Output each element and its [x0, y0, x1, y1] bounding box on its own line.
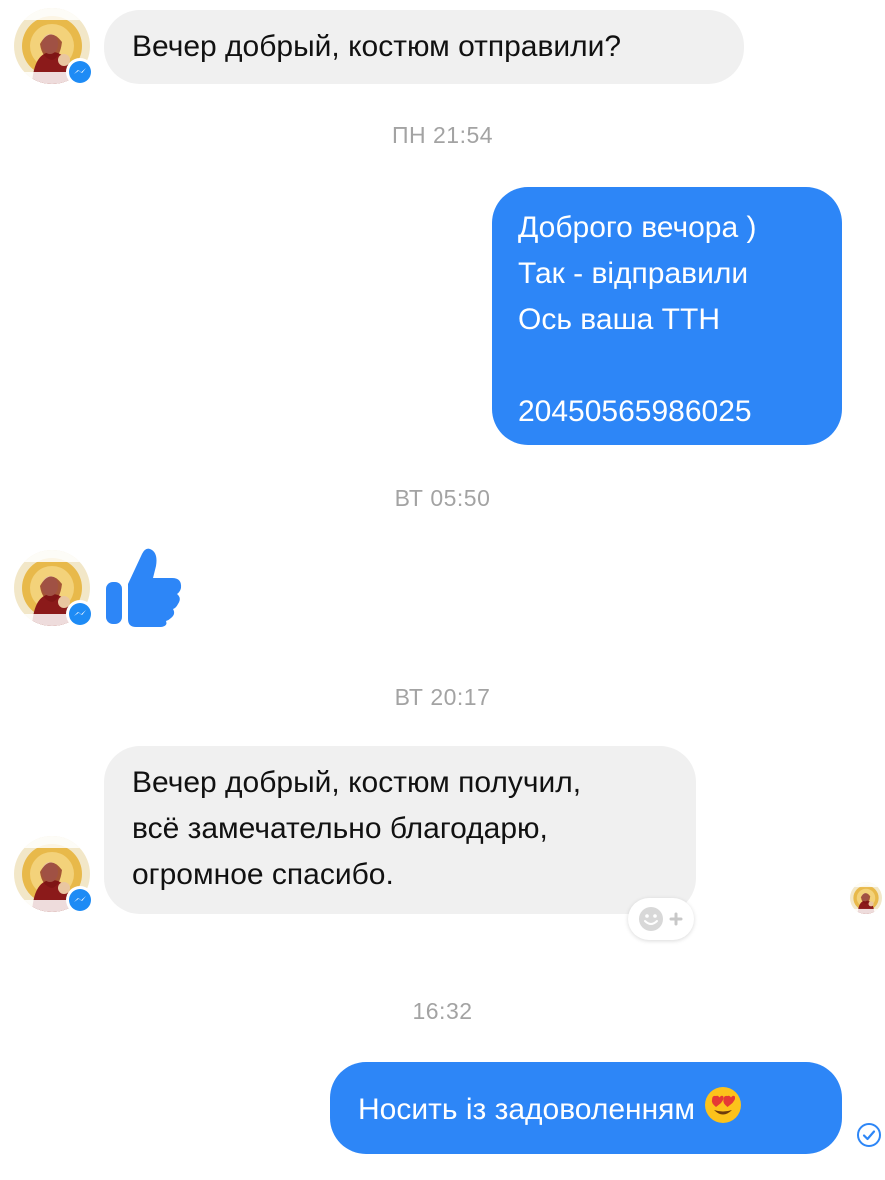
message-text: Вечер добрый, костюм отправили?	[132, 30, 622, 63]
message-text-line: Ось ваша ТТН	[518, 303, 720, 336]
seen-by-avatar	[850, 882, 882, 914]
message-text-line: Так - відправили	[518, 257, 749, 290]
message-text: Носить із задоволенням	[358, 1093, 696, 1126]
message-text-line: огромное спасибо.	[132, 858, 394, 891]
timestamp: ВТ 20:17	[394, 684, 491, 710]
contact-avatar[interactable]	[14, 550, 94, 628]
contact-avatar[interactable]	[14, 836, 94, 914]
like-icon[interactable]	[104, 546, 184, 628]
messenger-badge-icon	[66, 600, 94, 628]
messenger-badge-icon	[66, 886, 94, 914]
message-text-line: Вечер добрый, костюм получил,	[132, 766, 582, 799]
timestamp: 16:32	[412, 998, 473, 1024]
message-bubble-incoming[interactable]: Вечер добрый, костюм отправили?	[104, 10, 744, 84]
timestamp: ПН 21:54	[391, 122, 494, 148]
check-circle-icon	[857, 1123, 881, 1147]
contact-avatar[interactable]	[14, 8, 94, 86]
message-bubble-incoming[interactable]: Вечер добрый, костюм получил, всё замеча…	[104, 746, 696, 914]
message-text-line: Доброго вечора )	[518, 211, 757, 244]
smiley-plus-icon	[639, 907, 683, 931]
timestamp: ВТ 05:50	[394, 485, 491, 511]
heart-eyes-emoji	[705, 1087, 742, 1123]
add-reaction-button[interactable]	[628, 898, 694, 940]
message-text-line: всё замечательно благодарю,	[132, 812, 548, 845]
message-text-line	[518, 343, 816, 389]
message-bubble-outgoing[interactable]: Носить із задоволенням	[330, 1062, 842, 1154]
message-bubble-outgoing[interactable]: Доброго вечора ) Так - відправили Ось ва…	[492, 187, 842, 445]
tracking-number: 20450565986025	[518, 395, 752, 428]
messenger-badge-icon	[66, 58, 94, 86]
